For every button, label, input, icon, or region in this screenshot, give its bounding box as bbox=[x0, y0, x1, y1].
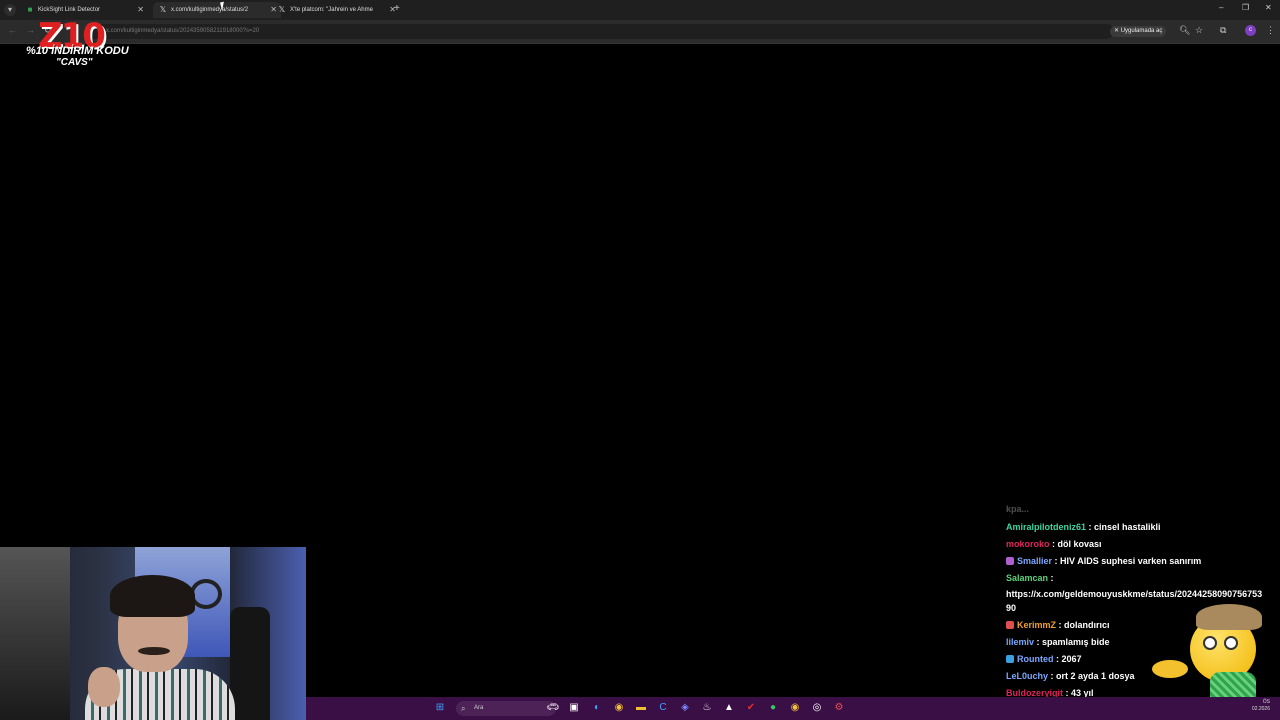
x-logo-icon: 𝕏 bbox=[278, 5, 286, 14]
chat-text: : cinsel hastalikli bbox=[1086, 522, 1161, 532]
chat-text: : döl kovası bbox=[1049, 539, 1102, 549]
browser-tab-bar: ▾ ■ KickSight Link Detector ✕ 𝕏 x.com/ku… bbox=[0, 0, 1280, 20]
chrome-icon[interactable]: ◉ bbox=[613, 702, 625, 714]
chat-text: : 2067 bbox=[1053, 654, 1082, 664]
car-widget-icon[interactable]: 🚗︎ bbox=[542, 702, 564, 714]
tab-title: x.com/kultiginmedya/status/2 bbox=[171, 7, 249, 13]
obs-icon[interactable]: ◎ bbox=[811, 702, 823, 714]
search-icon: ⌕ bbox=[461, 704, 466, 713]
chat-text: : bbox=[1048, 573, 1054, 583]
chat-text: : spamlamış bide bbox=[1034, 637, 1110, 647]
chat-text: : dolandırıcı bbox=[1056, 620, 1110, 630]
browser-toolbar: ← → ↻ x.com/kultiginmedya/status/2024359… bbox=[0, 20, 1280, 44]
streamer-hair bbox=[110, 575, 195, 617]
room-background bbox=[0, 547, 70, 720]
tab-search-icon[interactable]: ▾ bbox=[4, 4, 16, 16]
chat-text: : HIV AIDS suphesi varken sanırım bbox=[1052, 556, 1202, 566]
chat-faded-line: kpa... bbox=[1006, 504, 1030, 514]
user-badge-icon bbox=[1006, 621, 1014, 629]
search-placeholder: Ara bbox=[474, 705, 484, 711]
address-bar[interactable]: x.com/kultiginmedya/status/2024359058211… bbox=[84, 24, 1114, 39]
menu-icon[interactable]: ⋮ bbox=[1266, 25, 1275, 36]
taskbar-search[interactable]: ⌕ Ara bbox=[456, 701, 556, 716]
chat-message: https://x.com/geldemouyuskkme/status/202… bbox=[1006, 589, 1280, 600]
bookmark-star-icon[interactable]: ☆ bbox=[1195, 25, 1203, 36]
open-in-app-label: Uygulamada aç bbox=[1120, 28, 1163, 34]
spotify-icon[interactable]: ● bbox=[767, 702, 779, 714]
webcam-feed bbox=[0, 547, 306, 720]
x-logo-icon: 𝕏 bbox=[159, 5, 167, 14]
minimize-icon[interactable]: – bbox=[1219, 3, 1223, 12]
clock-time: ÖS bbox=[1262, 699, 1270, 705]
streamer-mustache bbox=[138, 647, 170, 655]
user-badge-icon bbox=[1006, 655, 1014, 663]
promo-code: "CAVS" bbox=[56, 57, 93, 68]
chat-username[interactable]: LeL0uchy bbox=[1006, 671, 1048, 681]
chrome-icon-2[interactable]: ◉ bbox=[789, 702, 801, 714]
emoji-hat bbox=[1196, 604, 1262, 630]
tab-title: X'te platcom: "Jahrein ve Ahme bbox=[290, 7, 373, 13]
clock-date: 02.2026 bbox=[1251, 706, 1270, 712]
restore-icon[interactable]: ❐ bbox=[1242, 3, 1249, 12]
windows-taskbar: ⊞ ⌕ Ara 🚗︎ ▣ ◐ ◉ ▬ C ◈ ♨ ▲ ✔ ● ◉ ◎ ⚙ ÖS … bbox=[306, 697, 1280, 720]
edge-icon[interactable]: ◐ bbox=[591, 702, 603, 714]
open-in-app-button[interactable]: ✕ Uygulamada aç bbox=[1110, 26, 1167, 37]
chat-username[interactable]: KerimmZ bbox=[1017, 620, 1056, 630]
windows-start-icon[interactable]: ⊞ bbox=[434, 702, 446, 714]
chat-username[interactable]: Amiralpilotdeniz61 bbox=[1006, 522, 1086, 532]
chat-username[interactable]: mokoroko bbox=[1006, 539, 1050, 549]
ccleaner-icon[interactable]: C bbox=[657, 702, 669, 714]
system-clock[interactable]: ÖS 02.2026 bbox=[1252, 699, 1270, 713]
gaming-chair bbox=[230, 607, 270, 720]
close-icon[interactable]: ✕ bbox=[137, 2, 144, 18]
epic-icon[interactable]: ▲ bbox=[723, 702, 735, 714]
chat-username[interactable]: Rounted bbox=[1017, 654, 1054, 664]
chat-username[interactable]: lilemiv bbox=[1006, 637, 1034, 647]
chat-text: https://x.com/geldemouyuskkme/status/202… bbox=[1006, 589, 1263, 599]
discord-icon[interactable]: ◈ bbox=[679, 702, 691, 714]
chat-message: Salamcan : bbox=[1006, 573, 1280, 584]
extensions-icon[interactable]: ⧉ bbox=[1220, 25, 1226, 36]
chat-text: 90 bbox=[1006, 603, 1017, 613]
chat-username[interactable]: Salamcan bbox=[1006, 573, 1048, 583]
tab-x-platcom[interactable]: 𝕏 X'te platcom: "Jahrein ve Ahme ✕ bbox=[272, 2, 400, 18]
chat-message: Amiralpilotdeniz61 : cinsel hastalikli bbox=[1006, 522, 1280, 533]
close-icon[interactable]: ✕ bbox=[1114, 28, 1121, 34]
task-view-icon[interactable]: ▣ bbox=[568, 702, 580, 714]
zoom-icon[interactable]: 🔍︎ bbox=[1179, 25, 1190, 36]
window-close-icon[interactable]: ✕ bbox=[1265, 3, 1272, 12]
streamer-hand bbox=[88, 667, 120, 707]
promo-text: %10 İNDİRİM KODU bbox=[26, 45, 129, 57]
tab-x-status[interactable]: 𝕏 x.com/kultiginmedya/status/2 ✕ bbox=[153, 2, 281, 18]
file-explorer-icon[interactable]: ▬ bbox=[635, 702, 647, 714]
settings-icon[interactable]: ⚙ bbox=[833, 702, 845, 714]
chat-message: mokoroko : döl kovası bbox=[1006, 539, 1280, 550]
new-tab-button[interactable]: + bbox=[394, 3, 400, 14]
chat-message: Smallier : HIV AIDS suphesi varken sanır… bbox=[1006, 556, 1280, 567]
chat-username[interactable]: Smallier bbox=[1017, 556, 1052, 566]
steam-icon[interactable]: ♨ bbox=[701, 702, 713, 714]
chat-text: : ort 2 ayda 1 dosya bbox=[1048, 671, 1135, 681]
profile-avatar[interactable]: c bbox=[1245, 25, 1256, 36]
kicksight-icon: ■ bbox=[27, 5, 33, 14]
emoji-hand bbox=[1152, 660, 1188, 678]
back-icon[interactable]: ← bbox=[8, 25, 17, 35]
emoji-eye bbox=[1224, 636, 1238, 650]
user-badge-icon bbox=[1006, 557, 1014, 565]
emoji-eye bbox=[1203, 636, 1217, 650]
sponsor-logo: Z10 %10 İNDİRİM KODU "CAVS" bbox=[26, 16, 129, 70]
app-red-icon[interactable]: ✔ bbox=[745, 702, 757, 714]
